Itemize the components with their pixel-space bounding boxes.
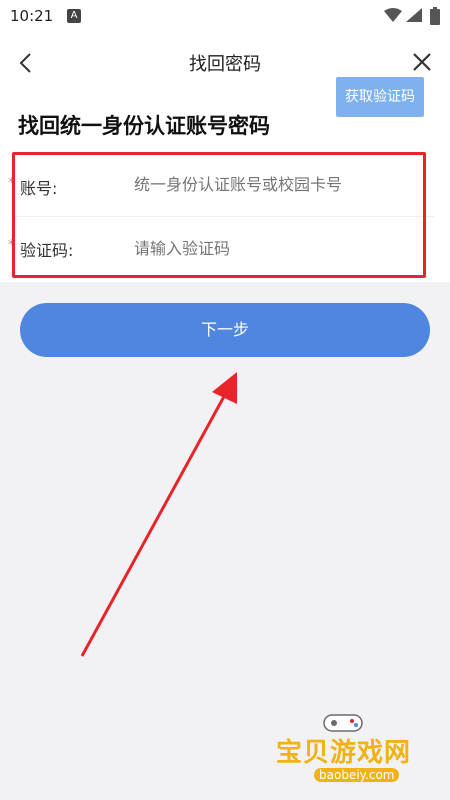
annotation-arrow: [80, 372, 237, 657]
watermark-title: 宝贝游戏网: [276, 738, 412, 768]
watermark: 宝贝游戏网 baobeiy.com: [274, 712, 424, 790]
gamepad-icon: [323, 714, 363, 732]
watermark-subtitle: baobeiy.com: [314, 768, 400, 782]
